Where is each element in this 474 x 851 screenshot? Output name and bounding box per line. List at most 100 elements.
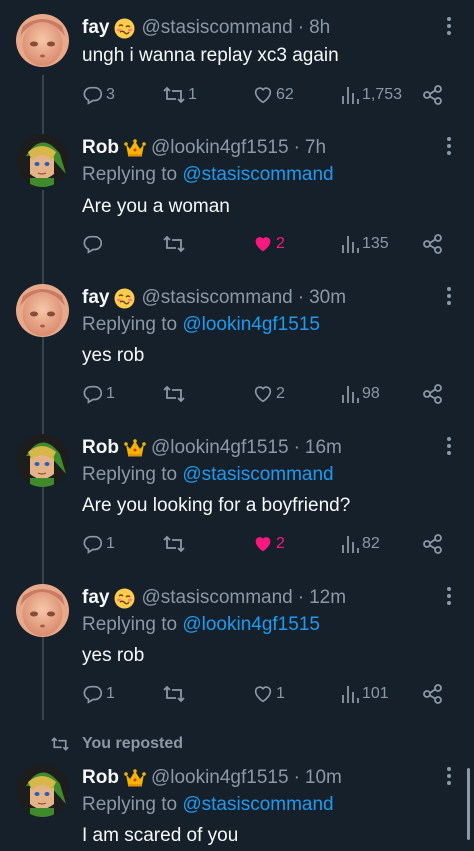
repost-button[interactable] xyxy=(162,533,188,555)
timestamp[interactable]: 8h xyxy=(309,17,330,39)
handle[interactable]: @lookin4gf1515 xyxy=(151,137,289,159)
more-icon[interactable] xyxy=(446,766,452,786)
repost-button[interactable] xyxy=(162,233,188,255)
tweet[interactable]: Rob @lookin4gf1515 · 7h Replying to @sta… xyxy=(0,120,474,270)
avatar-rob[interactable] xyxy=(16,134,69,187)
reply-button[interactable] xyxy=(82,233,106,255)
mention-link[interactable]: @stasiscommand xyxy=(182,464,333,485)
crown-emoji xyxy=(124,138,146,159)
repost-icon xyxy=(163,685,185,703)
like-button[interactable]: 2 xyxy=(252,533,285,555)
timestamp[interactable]: 12m xyxy=(309,587,346,609)
reply-button[interactable]: 1 xyxy=(82,683,115,705)
like-button[interactable]: 1 xyxy=(252,683,285,705)
share-button[interactable] xyxy=(422,233,444,255)
replying-label: Replying to xyxy=(82,614,178,635)
more-icon[interactable] xyxy=(446,436,452,456)
replying-to: Replying to @stasiscommand xyxy=(82,794,334,816)
handle[interactable]: @stasiscommand xyxy=(141,17,292,39)
avatar-fay[interactable] xyxy=(16,14,69,67)
tweet-actions: 2 135 xyxy=(82,233,452,255)
handle[interactable]: @lookin4gf1515 xyxy=(151,437,289,459)
avatar-rob[interactable] xyxy=(16,764,69,817)
reply-count: 1 xyxy=(106,385,115,402)
display-name[interactable]: Rob xyxy=(82,767,119,789)
views-icon xyxy=(342,686,359,703)
tweet-actions: 1 1 101 xyxy=(82,683,452,705)
views-button[interactable]: 101 xyxy=(340,683,389,705)
display-name[interactable]: fay xyxy=(82,587,109,609)
mention-link[interactable]: @lookin4gf1515 xyxy=(182,314,320,335)
tweet-header: fay @stasiscommand · 12m xyxy=(82,586,346,610)
like-button[interactable]: 2 xyxy=(252,383,285,405)
tweet[interactable]: Rob @lookin4gf1515 · 16m Replying to @st… xyxy=(0,420,474,570)
reply-button[interactable]: 1 xyxy=(82,533,115,555)
reply-button[interactable]: 1 xyxy=(82,383,115,405)
like-count: 2 xyxy=(276,235,285,252)
repost-button[interactable]: 1 xyxy=(162,84,197,106)
timestamp[interactable]: 7h xyxy=(305,137,326,159)
reply-icon xyxy=(83,385,103,404)
timestamp[interactable]: 10m xyxy=(305,767,342,789)
share-button[interactable] xyxy=(422,84,444,106)
avatar-fay[interactable] xyxy=(16,284,69,337)
repost-button[interactable] xyxy=(162,383,188,405)
repost-icon xyxy=(163,535,185,553)
avatar-fay[interactable] xyxy=(16,584,69,637)
reply-button[interactable]: 3 xyxy=(82,84,115,106)
like-button[interactable]: 2 xyxy=(252,233,285,255)
display-name[interactable]: fay xyxy=(82,287,109,309)
more-icon[interactable] xyxy=(446,16,452,36)
views-button[interactable]: 82 xyxy=(340,533,380,555)
tweet[interactable]: fay @stasiscommand · 30m Replying to @lo… xyxy=(0,270,474,420)
tweet-actions: 1 2 82 xyxy=(82,533,452,555)
heart-icon xyxy=(255,237,271,252)
repost-count: 1 xyxy=(188,86,197,103)
display-name[interactable]: fay xyxy=(82,17,109,39)
share-button[interactable] xyxy=(422,383,444,405)
display-name[interactable]: Rob xyxy=(82,137,119,159)
avatar-rob[interactable] xyxy=(16,434,69,487)
separator-dot: · xyxy=(293,767,300,788)
display-name[interactable]: Rob xyxy=(82,437,119,459)
mention-link[interactable]: @stasiscommand xyxy=(182,164,333,185)
tweet-header: Rob @lookin4gf1515 · 10m xyxy=(82,766,342,790)
mention-link[interactable]: @lookin4gf1515 xyxy=(182,614,320,635)
reply-icon xyxy=(83,86,103,105)
timestamp[interactable]: 16m xyxy=(305,437,342,459)
more-icon[interactable] xyxy=(446,586,452,606)
crown-emoji xyxy=(124,768,146,789)
tweet[interactable]: fay @stasiscommand · 12m Replying to @lo… xyxy=(0,570,474,720)
share-icon xyxy=(423,534,442,554)
separator-dot: · xyxy=(297,587,305,608)
replying-to: Replying to @lookin4gf1515 xyxy=(82,314,320,336)
handle[interactable]: @stasiscommand xyxy=(141,587,292,609)
reply-count: 1 xyxy=(106,685,115,702)
repost-button[interactable] xyxy=(162,683,188,705)
views-button[interactable]: 1,753 xyxy=(340,84,402,106)
timestamp[interactable]: 30m xyxy=(309,287,346,309)
like-button[interactable]: 62 xyxy=(252,84,294,106)
handle[interactable]: @lookin4gf1515 xyxy=(151,767,289,789)
more-icon[interactable] xyxy=(446,286,452,306)
repost-icon xyxy=(163,86,185,104)
tweet[interactable]: Rob @lookin4gf1515 · 10m Replying to @st… xyxy=(0,750,474,851)
replying-label: Replying to xyxy=(82,314,178,335)
mention-link[interactable]: @stasiscommand xyxy=(182,794,333,815)
more-icon[interactable] xyxy=(446,136,452,156)
tweet-header: Rob @lookin4gf1515 · 7h xyxy=(82,136,326,160)
separator-dot: · xyxy=(293,137,300,158)
scrollbar[interactable] xyxy=(467,768,470,840)
views-icon xyxy=(342,386,359,403)
views-button[interactable]: 98 xyxy=(340,383,380,405)
tweet-header: fay @stasiscommand · 30m xyxy=(82,286,346,310)
views-count: 101 xyxy=(362,685,389,702)
heart-icon xyxy=(254,386,272,403)
views-button[interactable]: 135 xyxy=(340,233,389,255)
handle[interactable]: @stasiscommand xyxy=(141,287,292,309)
share-icon xyxy=(423,384,442,404)
share-button[interactable] xyxy=(422,683,444,705)
woozy-face-emoji xyxy=(114,288,135,309)
share-button[interactable] xyxy=(422,533,444,555)
like-count: 1 xyxy=(276,685,285,702)
